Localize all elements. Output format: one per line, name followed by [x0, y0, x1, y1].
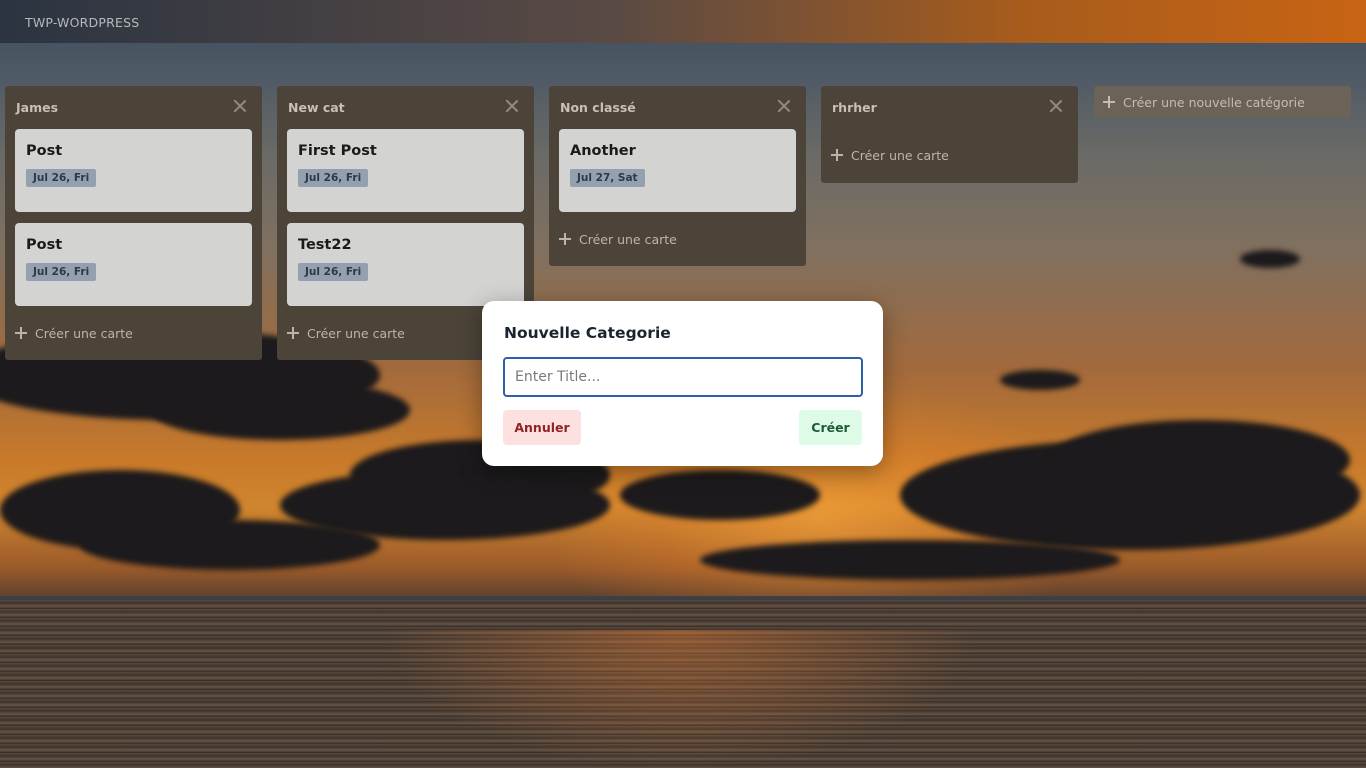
dialog-title: Nouvelle Categorie — [504, 324, 671, 342]
create-button[interactable]: Créer — [799, 410, 862, 445]
title-input[interactable] — [503, 357, 863, 397]
cancel-button[interactable]: Annuler — [503, 410, 581, 445]
new-category-dialog: Nouvelle Categorie Annuler Créer — [482, 301, 883, 466]
